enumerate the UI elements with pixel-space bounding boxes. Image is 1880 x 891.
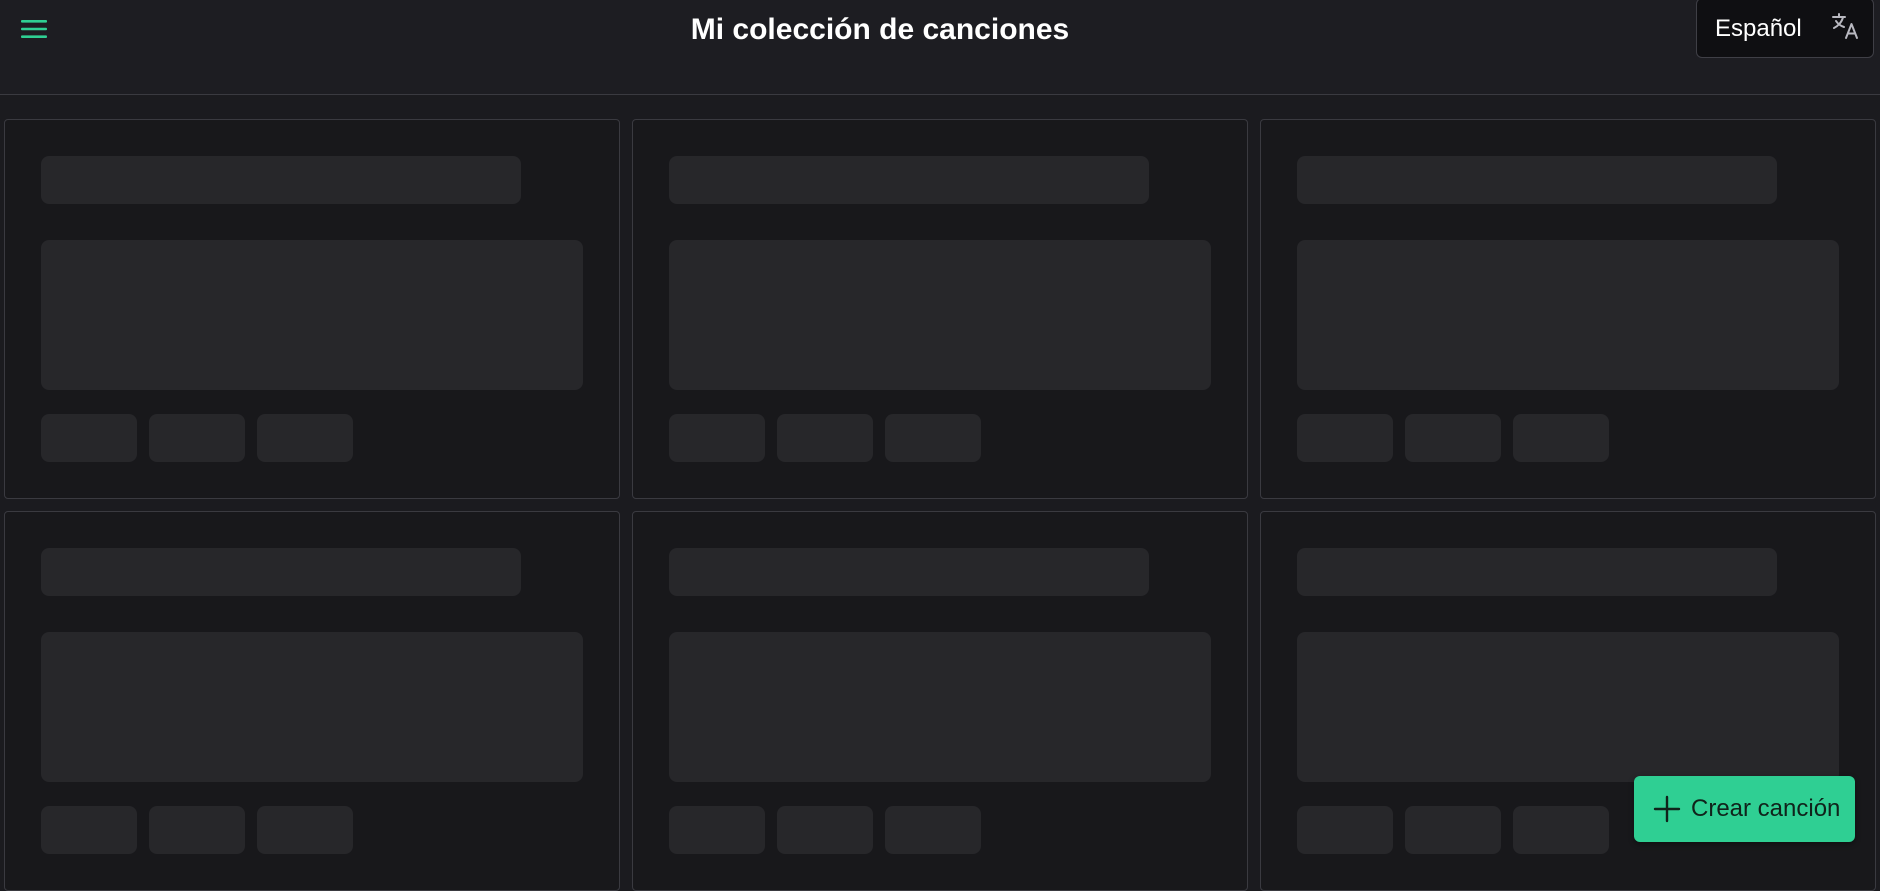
skeleton-chip — [885, 806, 981, 854]
skeleton-body — [1297, 240, 1839, 390]
skeleton-title — [41, 156, 521, 204]
translate-icon — [1832, 13, 1858, 39]
skeleton-title — [41, 548, 521, 596]
skeleton-body — [41, 240, 583, 390]
skeleton-title — [669, 548, 1149, 596]
skeleton-body — [669, 240, 1211, 390]
song-card-skeleton — [632, 511, 1248, 891]
skeleton-chip — [669, 806, 765, 854]
create-song-button[interactable]: Crear canción — [1634, 776, 1855, 842]
create-song-label: Crear canción — [1691, 795, 1841, 822]
skeleton-title — [1297, 548, 1777, 596]
skeleton-chip — [1297, 806, 1393, 854]
song-card-skeleton — [1260, 119, 1876, 499]
skeleton-chip — [777, 806, 873, 854]
app-header: Mi colección de canciones Español — [0, 0, 1880, 95]
skeleton-body — [669, 632, 1211, 782]
skeleton-chip — [669, 414, 765, 462]
language-select[interactable]: Español — [1696, 0, 1874, 58]
skeleton-chip — [1513, 806, 1609, 854]
page-title: Mi colección de canciones — [690, 13, 1070, 46]
skeleton-chip — [257, 806, 353, 854]
skeleton-chip — [1405, 414, 1501, 462]
skeleton-body — [1297, 632, 1839, 782]
skeleton-chip — [257, 414, 353, 462]
skeleton-chip — [149, 414, 245, 462]
song-card-skeleton — [4, 119, 620, 499]
skeleton-chip — [41, 806, 137, 854]
skeleton-chip — [41, 414, 137, 462]
skeleton-chip — [1405, 806, 1501, 854]
skeleton-chip — [1513, 414, 1609, 462]
skeleton-chip — [777, 414, 873, 462]
plus-icon — [1653, 795, 1681, 823]
skeleton-chip — [149, 806, 245, 854]
language-selected-value: Español — [1715, 15, 1802, 42]
song-card-skeleton — [632, 119, 1248, 499]
skeleton-body — [41, 632, 583, 782]
skeleton-chip — [1297, 414, 1393, 462]
song-card-skeleton — [4, 511, 620, 891]
skeleton-title — [1297, 156, 1777, 204]
skeleton-title — [669, 156, 1149, 204]
skeleton-chip — [885, 414, 981, 462]
